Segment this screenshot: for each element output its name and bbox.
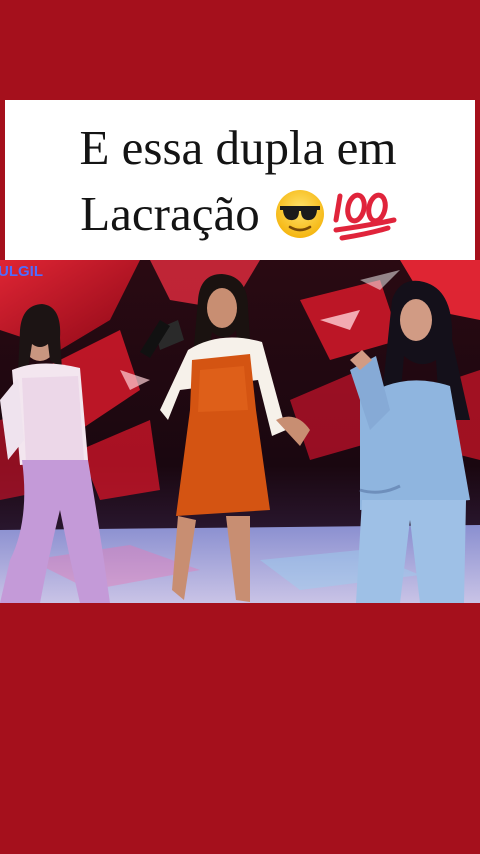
sunglasses-face-icon (275, 190, 324, 238)
stage-scene: ULGIL (0, 260, 480, 603)
video-frame[interactable]: ULGIL (0, 260, 480, 603)
caption-line-2-text: Lacração (80, 186, 260, 241)
caption-card: E essa dupla em Lacração (5, 100, 475, 260)
channel-watermark: ULGIL (0, 263, 43, 280)
hundred-points-icon (333, 192, 397, 241)
caption-line-2: Lacração (5, 186, 475, 242)
caption-line-1: E essa dupla em (79, 120, 397, 175)
story-page: E essa dupla em Lacração ULGIL (0, 0, 480, 854)
